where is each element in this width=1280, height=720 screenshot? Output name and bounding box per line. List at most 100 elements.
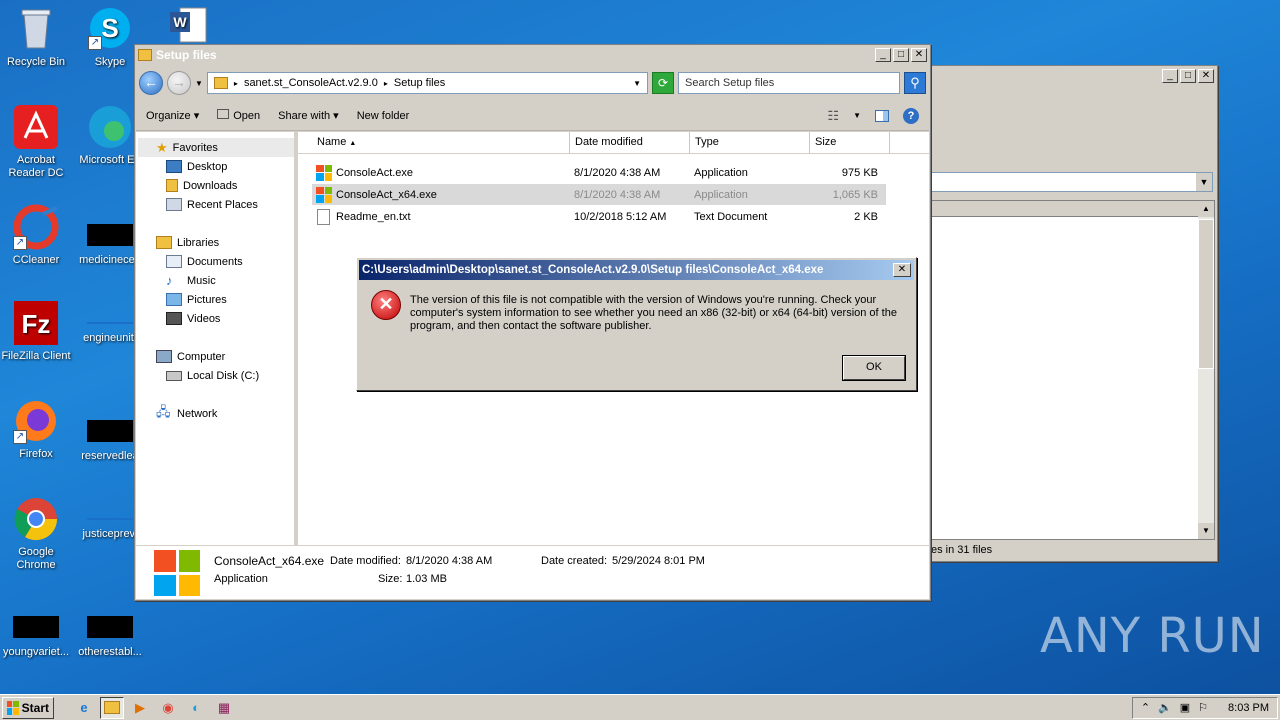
nav-computer[interactable]: Computer	[156, 347, 294, 366]
desktop-icon-acrobat[interactable]: Acrobat Reader DC	[0, 104, 72, 180]
file-row[interactable]: Readme_en.txt 10/2/2018 5:12 AM Text Doc…	[312, 206, 886, 227]
desktop-icon-recycle-bin[interactable]: Recycle Bin	[0, 6, 72, 69]
navigation-pane[interactable]: ★ Favorites Desktop Downloads Recent Pla…	[136, 132, 296, 545]
firefox-icon: ↗	[13, 398, 59, 444]
search-icon[interactable]: ⚲	[904, 72, 926, 94]
edge-icon[interactable]: ◐	[184, 697, 208, 719]
refresh-icon[interactable]: ⟳	[652, 72, 674, 94]
back-arrow-icon[interactable]: ←	[139, 71, 163, 95]
internet-explorer-icon[interactable]: e	[72, 697, 96, 719]
desktop-icon-ccleaner[interactable]: ↗ CCleaner	[0, 204, 72, 267]
file-row-selected[interactable]: ConsoleAct_x64.exe 8/1/2020 4:38 AM Appl…	[312, 184, 886, 205]
open-button[interactable]: Open	[217, 109, 260, 122]
nav-item-music[interactable]: ♪ Music	[156, 271, 294, 290]
new-folder-button[interactable]: New folder	[357, 110, 410, 122]
dialog-titlebar[interactable]: C:\Users\admin\Desktop\sanet.st_ConsoleA…	[359, 260, 914, 280]
sort-arrow-icon: ▲	[349, 140, 357, 147]
nav-item-pictures[interactable]: Pictures	[156, 290, 294, 309]
nav-item-recent-places[interactable]: Recent Places	[156, 195, 294, 214]
desktop-icon-chrome[interactable]: Google Chrome	[0, 496, 72, 572]
desktop-icon-label: Skype	[94, 56, 126, 68]
column-name[interactable]: Name ▲	[312, 132, 570, 153]
maximize-button[interactable]: □	[1180, 69, 1196, 83]
show-hidden-icons[interactable]: ⌃	[1141, 701, 1150, 714]
desktop-icon-otherestabl[interactable]: otherestabl...	[74, 606, 146, 659]
maximize-button[interactable]: □	[893, 48, 909, 62]
explorer-titlebar[interactable]: Setup files _ □ ✕	[135, 45, 930, 65]
chevron-down-icon[interactable]: ▼	[633, 79, 641, 88]
column-date-modified[interactable]: Date modified	[570, 132, 690, 153]
desktop-icon-youngvariet[interactable]: youngvariet...	[0, 606, 72, 659]
column-type[interactable]: Type	[690, 132, 810, 153]
breadcrumb-item[interactable]: Setup files	[394, 77, 445, 89]
chrome-icon[interactable]: ◉	[156, 697, 180, 719]
media-player-icon[interactable]: ▶	[128, 697, 152, 719]
error-dialog[interactable]: C:\Users\admin\Desktop\sanet.st_ConsoleA…	[356, 257, 917, 391]
winrar-icon[interactable]: ▦	[212, 697, 236, 719]
desktop-icon-filezilla[interactable]: Fz FileZilla Client	[0, 300, 72, 363]
search-input[interactable]: Search Setup files	[678, 72, 900, 94]
videos-icon	[166, 312, 182, 325]
ms-logo-icon	[154, 550, 200, 596]
forward-arrow-icon[interactable]: →	[167, 71, 191, 95]
share-with-button[interactable]: Share with ▾	[278, 109, 339, 122]
ok-button[interactable]: OK	[842, 355, 906, 381]
chevron-down-icon[interactable]: ▼	[195, 79, 203, 88]
nav-network[interactable]: 🖧 Network	[156, 404, 294, 423]
vertical-scrollbar[interactable]: ▲ ▼	[1198, 201, 1214, 539]
network-tray-icon[interactable]: ▣	[1180, 701, 1190, 714]
background-dropdown[interactable]: ▼	[931, 172, 1213, 192]
preview-pane-icon[interactable]	[875, 109, 889, 122]
address-bar[interactable]: ▸ sanet.st_ConsoleAct.v2.9.0 ▸ Setup fil…	[206, 72, 648, 94]
action-center-flag-icon[interactable]: ⚐	[1198, 701, 1208, 714]
details-modified-label: Date modified:	[330, 555, 401, 567]
desktop-icon-label: engineunit.	[83, 332, 137, 344]
background-window[interactable]: _ □ ✕ ▼ ▲ ▼ es in 31 files	[930, 65, 1218, 562]
minimize-button[interactable]: _	[1162, 69, 1178, 83]
file-row[interactable]: ConsoleAct.exe 8/1/2020 4:38 AM Applicat…	[312, 162, 886, 183]
help-icon[interactable]: ?	[903, 107, 919, 124]
desktop-icon-label: youngvariet...	[2, 646, 70, 658]
start-button[interactable]: Start	[2, 696, 54, 719]
desktop-icon-label: FileZilla Client	[1, 350, 71, 362]
desktop-icon-firefox[interactable]: ↗ Firefox	[0, 398, 72, 461]
nav-item-documents[interactable]: Documents	[156, 252, 294, 271]
background-list[interactable]: ▲ ▼	[931, 200, 1215, 540]
close-button[interactable]: ✕	[911, 48, 927, 62]
file-icon	[13, 616, 59, 638]
nav-libraries[interactable]: Libraries	[156, 233, 294, 252]
network-icon: 🖧	[156, 403, 171, 419]
close-button[interactable]: ✕	[1198, 69, 1214, 83]
desktop-icon-label: Microsoft Ed	[79, 154, 141, 166]
svg-text:W: W	[173, 14, 187, 30]
breadcrumb-item[interactable]: sanet.st_ConsoleAct.v2.9.0	[244, 77, 378, 89]
system-tray: ⌃ 🔈 ▣ ⚐ 8:03 PM	[1131, 696, 1278, 719]
scroll-down-arrow[interactable]: ▼	[1198, 523, 1214, 539]
column-size[interactable]: Size	[810, 132, 890, 153]
scroll-thumb[interactable]	[1198, 219, 1214, 369]
desktop-icon-label: reservedlea	[81, 450, 139, 462]
background-window-titlebar[interactable]: _ □ ✕	[931, 66, 1217, 86]
chevron-down-icon[interactable]: ▼	[1196, 173, 1212, 191]
explorer-taskbar-icon[interactable]	[100, 696, 124, 719]
desktop-icon-word[interactable]: W	[152, 6, 224, 48]
nav-item-local-disk[interactable]: Local Disk (C:)	[156, 366, 294, 385]
svg-text:S: S	[101, 13, 118, 43]
nav-item-downloads[interactable]: Downloads	[156, 176, 294, 195]
breadcrumb-separator: ▸	[383, 78, 388, 88]
details-created: 5/29/2024 8:01 PM	[612, 555, 705, 567]
nav-favorites[interactable]: ★ Favorites	[138, 138, 294, 157]
address-row: ← → ▼ ▸ sanet.st_ConsoleAct.v2.9.0 ▸ Set…	[139, 69, 926, 97]
clock[interactable]: 8:03 PM	[1228, 702, 1269, 714]
svg-text:Fz: Fz	[22, 309, 51, 339]
minimize-button[interactable]: _	[875, 48, 891, 62]
scroll-up-arrow[interactable]: ▲	[1198, 201, 1214, 217]
nav-item-videos[interactable]: Videos	[156, 309, 294, 328]
organize-button[interactable]: Organize ▾	[146, 109, 199, 122]
view-options-icon[interactable]: ☷	[827, 108, 839, 124]
volume-icon[interactable]: 🔈	[1158, 701, 1172, 714]
nav-item-desktop[interactable]: Desktop	[156, 157, 294, 176]
close-button[interactable]: ✕	[893, 263, 911, 277]
chevron-down-icon[interactable]: ▼	[853, 111, 861, 120]
desktop-icon-label: CCleaner	[12, 254, 60, 266]
